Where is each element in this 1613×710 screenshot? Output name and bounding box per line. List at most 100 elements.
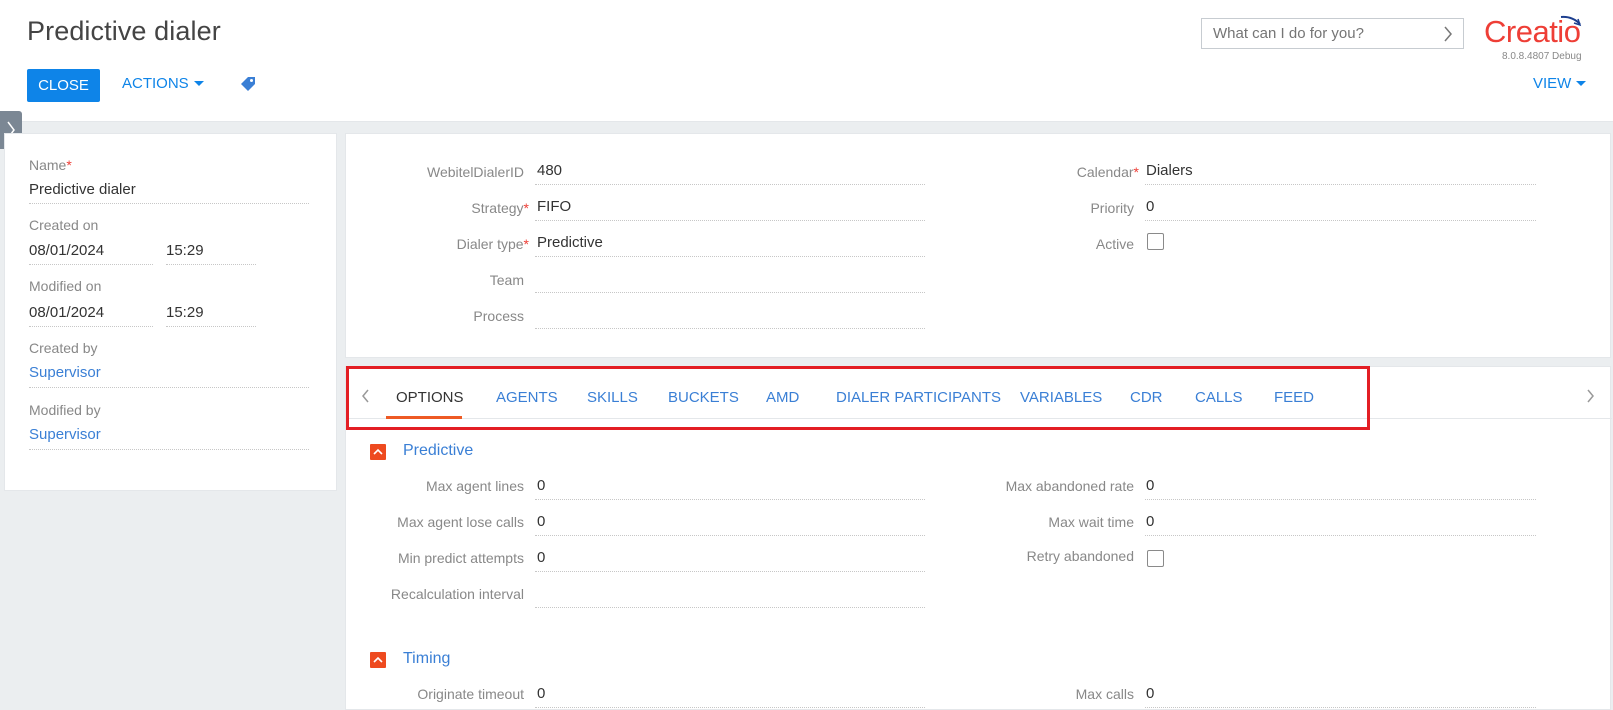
detail-tabs-panel: OPTIONS AGENTS SKILLS BUCKETS AMD DIALER… <box>345 366 1612 710</box>
max-abandoned-rate-label: Max abandoned rate <box>1005 478 1134 494</box>
originate-timeout-field[interactable]: 0 <box>537 685 545 702</box>
command-search-input[interactable] <box>1213 25 1433 42</box>
record-summary-panel: Name* Predictive dialer Created on 08/01… <box>4 133 337 491</box>
min-predict-attempts-field[interactable]: 0 <box>537 549 545 566</box>
tab-feed[interactable]: FEED <box>1274 389 1314 406</box>
max-agent-lose-calls-field[interactable]: 0 <box>537 513 545 530</box>
actions-label: ACTIONS <box>122 75 189 92</box>
modified-by-link[interactable]: Supervisor <box>29 426 101 443</box>
priority-field[interactable]: 0 <box>1146 198 1154 215</box>
created-by-link[interactable]: Supervisor <box>29 364 101 381</box>
tab-calls[interactable]: CALLS <box>1195 389 1243 406</box>
min-predict-attempts-label: Min predict attempts <box>397 550 524 566</box>
page-header: Predictive dialer CLOSE ACTIONS Creatio … <box>0 0 1613 122</box>
originate-timeout-label: Originate timeout <box>417 686 524 702</box>
active-label: Active <box>1095 236 1134 252</box>
view-button[interactable]: VIEW <box>1533 75 1587 92</box>
max-abandoned-rate-field[interactable]: 0 <box>1146 477 1154 494</box>
webitel-dialer-id-label: WebitelDialerID <box>427 164 524 180</box>
version-label: 8.0.8.4807 Debug <box>1502 51 1582 62</box>
calendar-field[interactable]: Dialers <box>1146 162 1193 179</box>
created-on-label: Created on <box>29 217 99 233</box>
close-button[interactable]: CLOSE <box>27 69 100 102</box>
process-label: Process <box>473 308 524 324</box>
created-on-time-field[interactable]: 15:29 <box>166 242 204 259</box>
strategy-label-text: Strategy <box>471 200 524 216</box>
modified-on-date-field[interactable]: 08/01/2024 <box>29 304 104 321</box>
tab-cdr[interactable]: CDR <box>1130 389 1163 406</box>
calendar-label-text: Calendar <box>1076 164 1134 180</box>
divider <box>1145 535 1536 536</box>
logo-swoosh-icon <box>1560 14 1582 30</box>
retry-abandoned-checkbox[interactable] <box>1147 550 1164 567</box>
divider <box>535 607 925 608</box>
required-marker: * <box>66 157 72 173</box>
caret-down-icon <box>1576 81 1587 86</box>
max-wait-time-field[interactable]: 0 <box>1146 513 1154 530</box>
tab-bar: OPTIONS AGENTS SKILLS BUCKETS AMD DIALER… <box>346 367 1612 419</box>
max-calls-field[interactable]: 0 <box>1146 685 1154 702</box>
divider <box>29 264 153 265</box>
divider <box>29 326 153 327</box>
required-marker: * <box>523 236 529 252</box>
created-by-label: Created by <box>29 340 98 356</box>
caret-down-icon <box>193 81 204 86</box>
command-search-box[interactable] <box>1201 18 1464 49</box>
divider <box>166 264 256 265</box>
name-field[interactable]: Predictive dialer <box>29 181 136 198</box>
actions-button[interactable]: ACTIONS <box>122 75 204 92</box>
name-label: Name* <box>29 157 72 173</box>
tab-skills[interactable]: SKILLS <box>587 389 638 406</box>
divider <box>535 292 925 293</box>
modified-on-time-field[interactable]: 15:29 <box>166 304 204 321</box>
chevron-left-icon[interactable] <box>360 387 370 408</box>
webitel-dialer-id-field[interactable]: 480 <box>537 162 562 179</box>
divider <box>1145 184 1536 185</box>
modified-on-label: Modified on <box>29 278 102 294</box>
max-agent-lines-field[interactable]: 0 <box>537 477 545 494</box>
chevron-right-icon[interactable] <box>1443 25 1453 46</box>
collapse-predictive-button[interactable] <box>370 444 386 460</box>
calendar-label: Calendar* <box>976 164 1139 180</box>
divider <box>535 220 925 221</box>
chevron-right-icon[interactable] <box>1586 387 1596 408</box>
retry-abandoned-label: Retry abandoned <box>1026 548 1134 564</box>
divider <box>166 326 256 327</box>
team-label: Team <box>489 272 524 288</box>
main-fields-panel: WebitelDialerID 480 Strategy * FIFO Diale… <box>345 133 1611 358</box>
divider <box>1145 220 1536 221</box>
tab-options[interactable]: OPTIONS <box>396 389 464 406</box>
predictive-section-title[interactable]: Predictive <box>403 442 473 460</box>
timing-section-title[interactable]: Timing <box>403 650 450 668</box>
strategy-field[interactable]: FIFO <box>537 198 571 215</box>
max-calls-label: Max calls <box>1075 686 1134 702</box>
tab-dialer-participants[interactable]: DIALER PARTICIPANTS <box>836 389 1001 406</box>
divider <box>535 571 925 572</box>
created-on-date-field[interactable]: 08/01/2024 <box>29 242 104 259</box>
divider <box>29 387 309 388</box>
divider <box>1145 499 1536 500</box>
divider <box>535 328 925 329</box>
max-wait-time-label: Max wait time <box>1048 514 1134 530</box>
tag-icon[interactable] <box>240 76 256 95</box>
required-marker: * <box>1133 164 1139 180</box>
collapse-timing-button[interactable] <box>370 652 386 668</box>
divider <box>535 707 925 708</box>
divider <box>535 535 925 536</box>
divider <box>535 499 925 500</box>
active-checkbox[interactable] <box>1147 233 1164 250</box>
divider <box>1145 707 1536 708</box>
max-agent-lines-label: Max agent lines <box>425 478 524 494</box>
tab-buckets[interactable]: BUCKETS <box>668 389 739 406</box>
max-agent-lose-calls-label: Max agent lose calls <box>397 514 524 530</box>
tab-variables[interactable]: VARIABLES <box>1020 389 1102 406</box>
divider <box>29 449 309 450</box>
tab-amd[interactable]: AMD <box>766 389 799 406</box>
dialer-type-label: Dialer type* <box>366 236 529 252</box>
dialer-type-field[interactable]: Predictive <box>537 234 603 251</box>
chevron-up-icon <box>373 448 383 455</box>
divider <box>29 203 309 204</box>
active-tab-indicator <box>386 416 462 419</box>
tab-agents[interactable]: AGENTS <box>496 389 558 406</box>
chevron-up-icon <box>373 656 383 663</box>
